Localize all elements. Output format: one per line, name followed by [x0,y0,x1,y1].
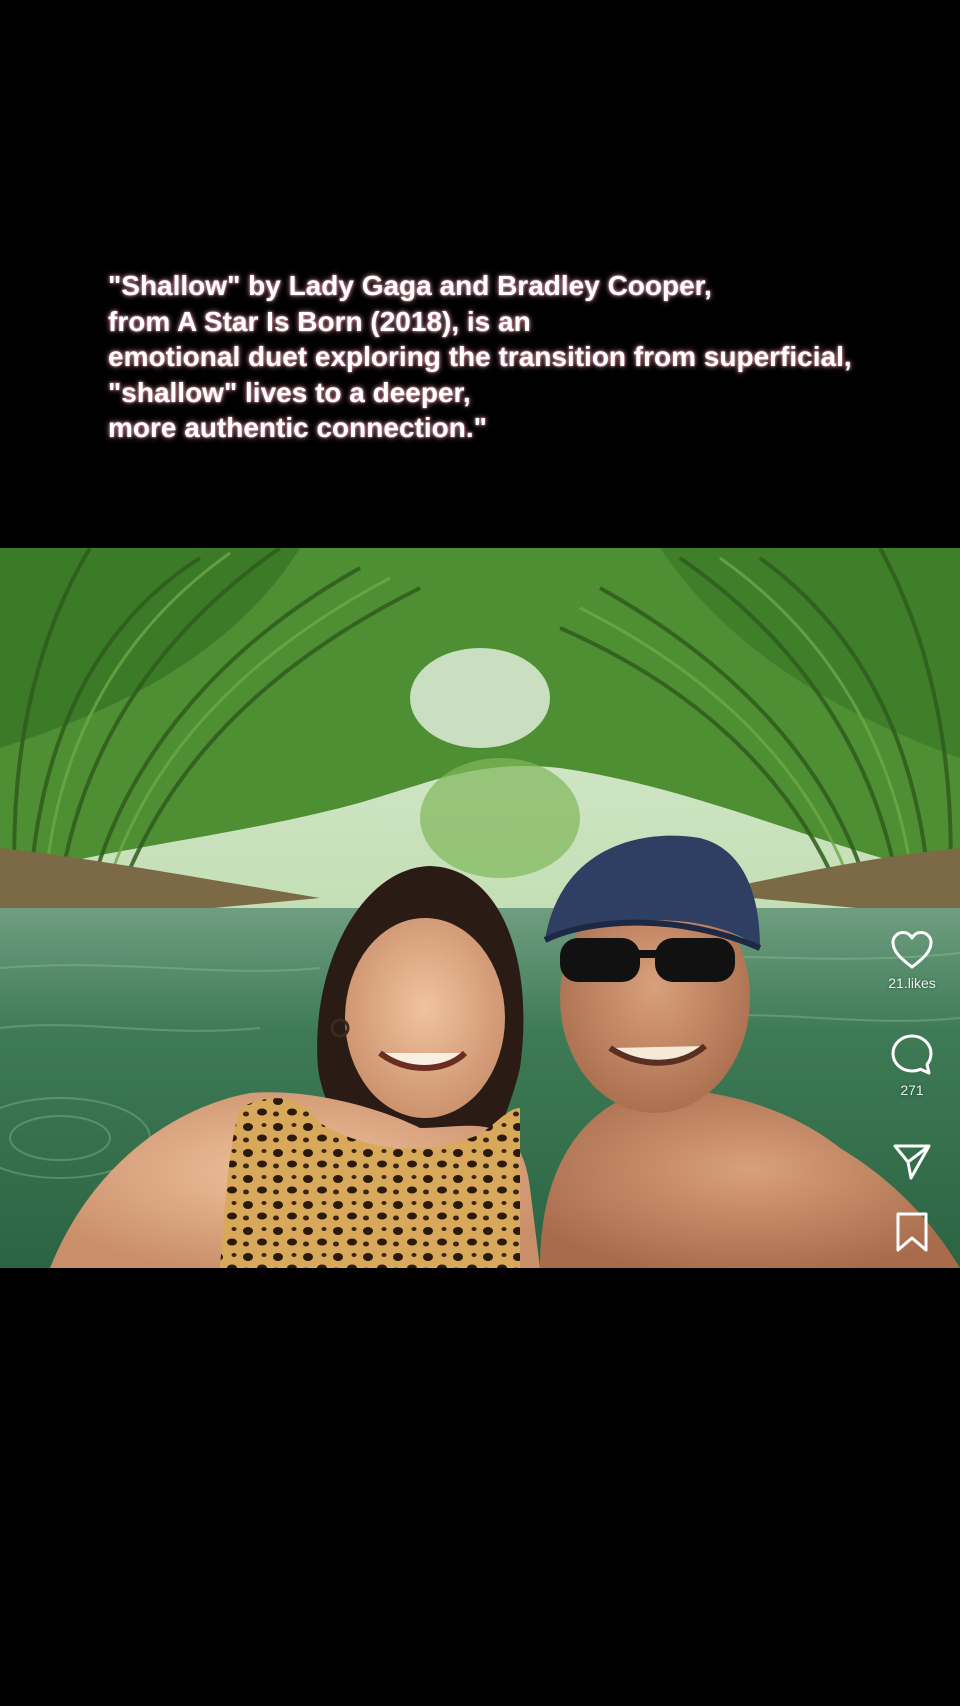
caption-line: emotional duet exploring the transition … [108,341,852,372]
caption-line: "shallow" lives to a deeper, [108,376,471,408]
comment-count: 271 [900,1082,924,1098]
save-button[interactable] [864,1211,960,1253]
send-icon [893,1144,931,1180]
caption-text: "Shallow" by Lady Gaga and Bradley Coope… [108,268,908,446]
photo-couple-in-river[interactable] [0,548,960,1268]
like-count: 21.likes [888,975,936,991]
reel-screen: "Shallow" by Lady Gaga and Bradley Coope… [0,0,960,1706]
comment-bubble-icon [891,1034,933,1075]
bottom-letterbox [0,1268,960,1706]
caption-line: more authentic connection." [108,412,487,443]
caption-line: "Shallow" by Lady Gaga and Bradley Coope… [108,270,712,301]
comment-button[interactable]: 271 [864,1033,960,1099]
reel-action-bar: 21.likes 271 [864,920,960,1260]
photo-illustration [0,548,960,1268]
share-button[interactable] [864,1142,960,1182]
heart-icon [891,931,933,969]
like-button[interactable]: 21.likes [864,930,960,992]
caption-line: from A Star Is Born (2018), is an [108,305,531,337]
bookmark-icon [896,1212,928,1252]
